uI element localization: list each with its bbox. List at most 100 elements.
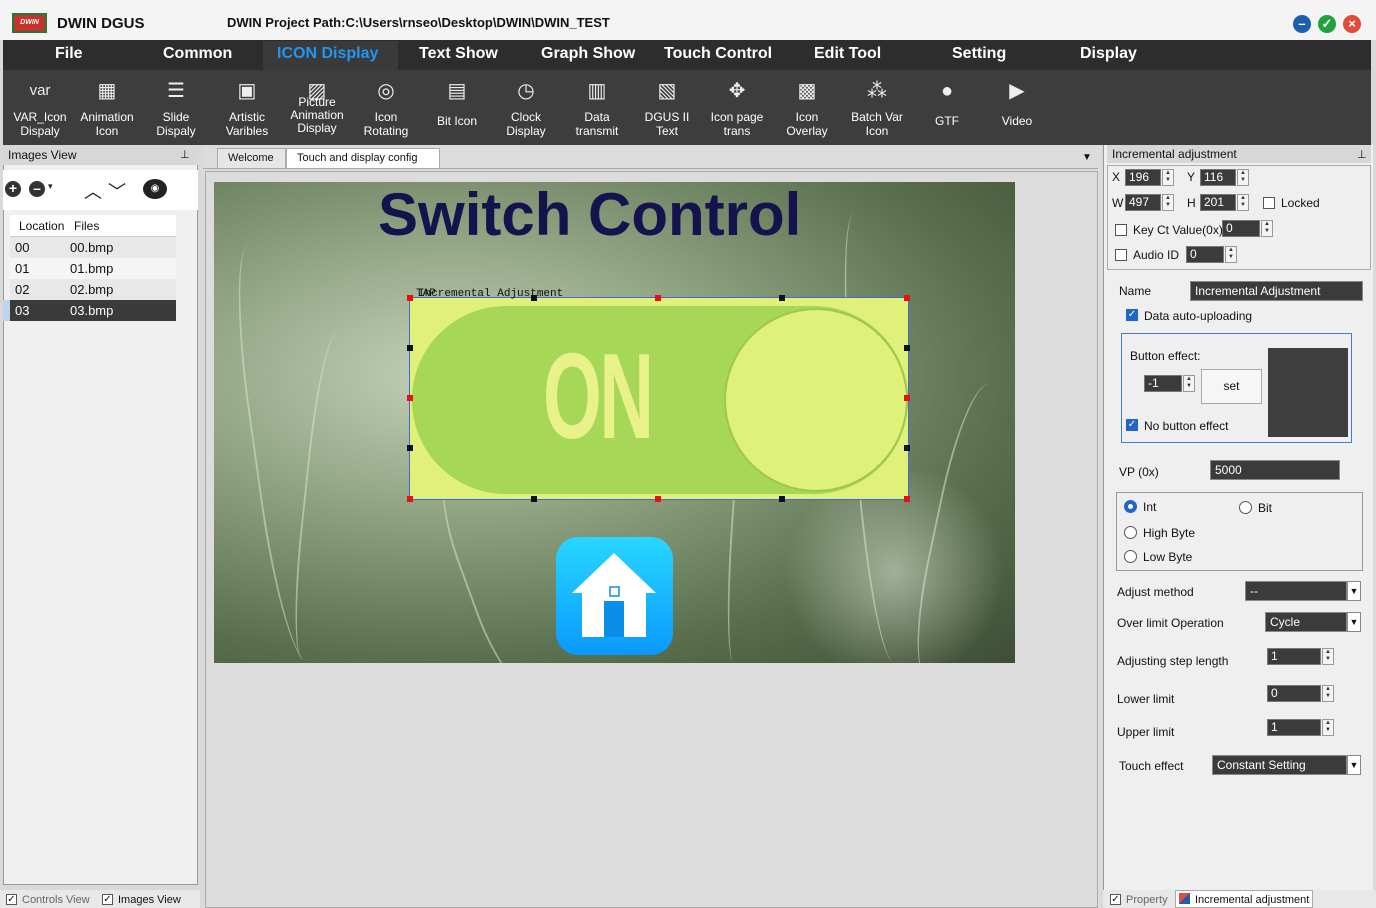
toolbar-button-video[interactable]: ▶ Video [982,74,1052,140]
resize-handle[interactable] [779,295,785,301]
key-ct-field[interactable]: 0 [1222,220,1260,237]
tab-list-dropdown-icon[interactable]: ▼ [1082,152,1092,163]
resize-handle[interactable] [407,445,413,451]
tab-controls-view[interactable]: Controls View [22,894,90,906]
over-limit-select[interactable]: Cycle [1265,612,1347,632]
menu-graph-show[interactable]: Graph Show [541,45,635,63]
toolbar-button-move[interactable]: ✥ Icon page trans [702,74,772,140]
key-ct-spinner[interactable]: ▲ ▼ [1261,220,1273,237]
locked-checkbox[interactable] [1263,197,1275,209]
checkbox-icon[interactable]: ✓ [1110,894,1121,905]
checkbox-icon[interactable]: ✓ [102,894,113,905]
touch-effect-select[interactable]: Constant Setting [1212,755,1347,775]
tab-images-view[interactable]: Images View [118,894,181,906]
resize-handle[interactable] [531,295,537,301]
menu-edit-tool[interactable]: Edit Tool [814,45,881,63]
pin-icon[interactable]: ⊥ [1357,148,1367,161]
close-button[interactable]: × [1343,15,1361,33]
resize-handle[interactable] [655,295,661,301]
minimize-button[interactable]: – [1293,15,1311,33]
toolbar-button-rotate[interactable]: ◎ Icon Rotating [351,74,421,140]
eye-icon[interactable]: ◉ [143,179,167,199]
toolbar-button-bit[interactable]: ▤ Bit Icon [422,74,492,140]
y-spinner[interactable]: ▲ ▼ [1237,169,1249,186]
toolbar-button-film[interactable]: ▦ Animation Icon [72,74,142,140]
button-effect-field[interactable]: -1 [1144,375,1182,392]
add-icon[interactable]: + [5,181,21,197]
home-button[interactable] [556,537,673,655]
name-field[interactable]: Incremental Adjustment [1190,281,1363,301]
data-auto-checkbox[interactable]: ✓ [1126,309,1138,321]
y-field[interactable]: 116 [1200,169,1236,186]
menu-icon-display[interactable]: ICON Display [277,45,378,63]
int-radio[interactable] [1124,500,1137,513]
no-button-effect-checkbox[interactable]: ✓ [1126,419,1138,431]
toolbar-button-picture[interactable]: ▨ Picture Animation Display [282,74,352,140]
toolbar-button-clock[interactable]: ◷ Clock Display [491,74,561,140]
tab-incremental-adjustment[interactable]: Incremental adjustment [1195,894,1309,906]
toolbar-button-data[interactable]: ▥ Data transmit [562,74,632,140]
pin-icon[interactable]: ⊥ [180,148,190,161]
dropdown-arrow-icon[interactable]: ▼ [1347,581,1361,601]
toolbar-button-batch[interactable]: ⁂ Batch Var Icon [842,74,912,140]
key-ct-checkbox[interactable] [1115,224,1127,236]
menu-display[interactable]: Display [1080,45,1137,63]
adjust-method-select[interactable]: -- [1245,581,1347,601]
high-byte-radio[interactable] [1124,526,1137,539]
resize-handle[interactable] [531,496,537,502]
list-item[interactable]: 02 02.bmp [10,279,176,300]
resize-handle[interactable] [407,345,413,351]
tab-property[interactable]: Property [1126,894,1168,906]
column-files[interactable]: Files [74,219,99,233]
resize-handle[interactable] [904,445,910,451]
resize-handle[interactable] [407,295,413,301]
checkbox-icon[interactable]: ✓ [6,894,17,905]
button-effect-spinner[interactable]: ▲ ▼ [1183,375,1195,392]
resize-handle[interactable] [904,295,910,301]
lower-limit-field[interactable]: 0 [1267,685,1321,702]
audio-spinner[interactable]: ▲ ▼ [1225,246,1237,263]
dropdown-arrow-icon[interactable]: ▼ [1347,755,1361,775]
dropdown-arrow-icon[interactable]: ▾ [48,181,53,192]
tab-welcome[interactable]: Welcome [217,148,286,169]
toolbar-button-slider[interactable]: ☰ Slide Dispaly [141,74,211,140]
step-length-field[interactable]: 1 [1267,648,1321,665]
w-field[interactable]: 497 [1125,194,1161,211]
move-up-icon[interactable]: ︿ [84,178,102,204]
toolbar-button-var-text[interactable]: var VAR_Icon Dispaly [5,74,75,140]
menu-common[interactable]: Common [163,45,232,63]
selection-box[interactable] [409,297,909,500]
upper-limit-spinner[interactable]: ▲ ▼ [1322,719,1334,736]
w-spinner[interactable]: ▲ ▼ [1162,194,1174,211]
dropdown-arrow-icon[interactable]: ▼ [1347,612,1361,632]
tab-touch-display-config[interactable]: Touch and display config [286,148,440,169]
menu-setting[interactable]: Setting [952,45,1006,63]
h-spinner[interactable]: ▲ ▼ [1237,194,1249,211]
list-item[interactable]: 01 01.bmp [10,258,176,279]
menu-text-show[interactable]: Text Show [419,45,498,63]
toolbar-button-gtf[interactable]: ● GTF [912,74,982,140]
resize-handle[interactable] [407,395,413,401]
audio-checkbox[interactable] [1115,249,1127,261]
toolbar-button-text[interactable]: ▧ DGUS II Text [632,74,702,140]
upper-limit-field[interactable]: 1 [1267,719,1321,736]
toolbar-button-overlay[interactable]: ▩ Icon Overlay [772,74,842,140]
remove-icon[interactable]: – [29,181,45,197]
maximize-button[interactable]: ✓ [1318,15,1336,33]
step-length-spinner[interactable]: ▲ ▼ [1322,648,1334,665]
toolbar-button-artistic[interactable]: ▣ Artistic Varibles [212,74,282,140]
h-field[interactable]: 201 [1200,194,1236,211]
resize-handle[interactable] [655,496,661,502]
low-byte-radio[interactable] [1124,550,1137,563]
menu-touch-control[interactable]: Touch Control [664,45,772,63]
resize-handle[interactable] [779,496,785,502]
resize-handle[interactable] [904,395,910,401]
audio-field[interactable]: 0 [1186,246,1224,263]
bit-radio[interactable] [1239,501,1252,514]
resize-handle[interactable] [904,496,910,502]
resize-handle[interactable] [904,345,910,351]
vp-field[interactable]: 5000 [1210,460,1340,480]
list-item[interactable]: 00 00.bmp [10,237,176,258]
x-field[interactable]: 196 [1125,169,1161,186]
x-spinner[interactable]: ▲ ▼ [1162,169,1174,186]
